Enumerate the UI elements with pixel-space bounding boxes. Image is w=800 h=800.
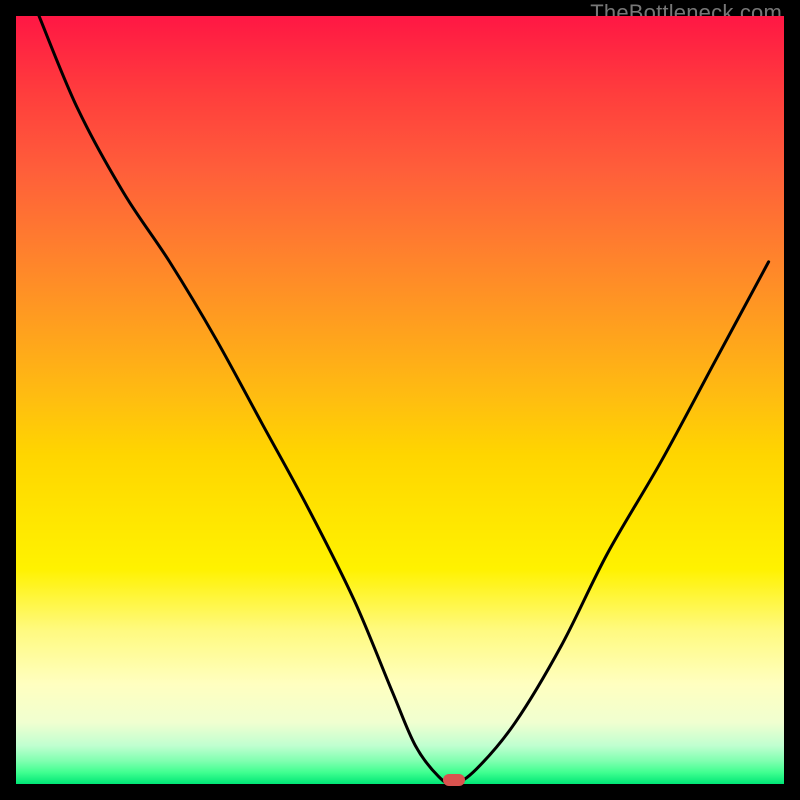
- chart-container: TheBottleneck.com: [0, 0, 800, 800]
- plot-area: [16, 16, 784, 784]
- bottleneck-curve: [16, 16, 784, 784]
- optimal-point-marker: [443, 774, 465, 786]
